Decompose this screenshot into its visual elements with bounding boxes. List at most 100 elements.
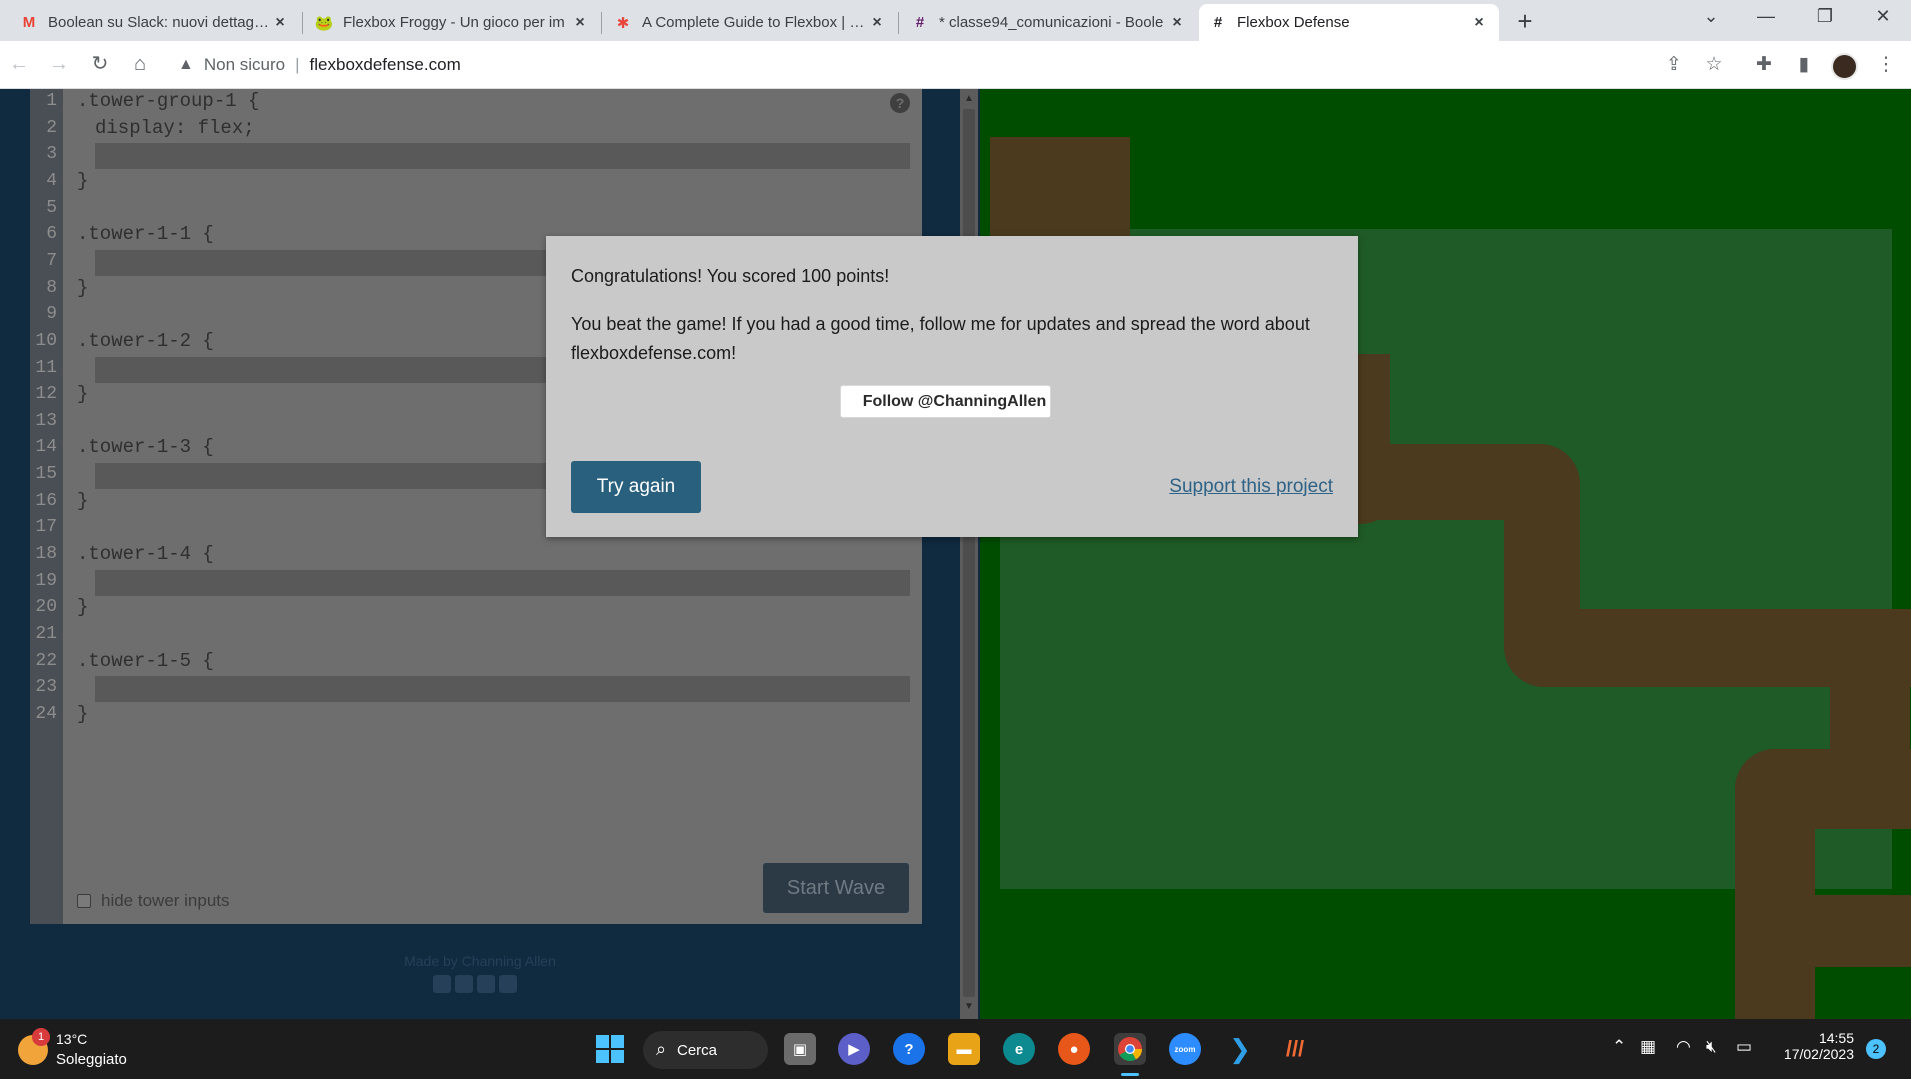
close-icon[interactable]: × bbox=[570, 14, 590, 32]
clock-date: 17/02/2023 bbox=[1783, 1046, 1854, 1062]
css-input-field[interactable] bbox=[95, 676, 910, 703]
try-again-button[interactable]: Try again bbox=[571, 461, 701, 513]
credit-text: Made by Channing Allen bbox=[404, 953, 556, 969]
weather-condition[interactable]: Soleggiato bbox=[56, 1051, 127, 1068]
tab-flexbox-defense[interactable]: # Flexbox Defense × bbox=[1199, 4, 1499, 41]
code-line: .tower-1-3 { bbox=[77, 436, 214, 459]
code-line: .tower-group-1 { bbox=[77, 90, 260, 112]
slack-icon: # bbox=[915, 14, 925, 31]
css-input-field[interactable] bbox=[95, 143, 910, 170]
tab-search-icon[interactable]: ⌄ bbox=[1696, 6, 1726, 27]
line-number: 2 bbox=[46, 117, 57, 138]
address-bar[interactable]: ▲ Non sicuro | flexboxdefense.com bbox=[166, 47, 1716, 83]
warning-icon[interactable]: ▲ bbox=[178, 56, 194, 74]
app-stripes-icon[interactable]: /// bbox=[1279, 1033, 1311, 1065]
security-label: Non sicuro bbox=[203, 55, 286, 74]
line-number: 15 bbox=[35, 464, 57, 485]
code-line: .tower-1-1 { bbox=[77, 223, 214, 246]
volume-muted-icon[interactable]: 🔇︎ bbox=[1706, 1037, 1717, 1057]
tab-flexbox-froggy[interactable]: 🐸 Flexbox Froggy - Un gioco per im × bbox=[305, 4, 600, 41]
taskbar-search-label: Cerca bbox=[677, 1041, 718, 1059]
line-number: 20 bbox=[35, 597, 57, 618]
close-window-button[interactable]: ✕ bbox=[1868, 6, 1898, 27]
line-number: 24 bbox=[35, 703, 57, 724]
taskbar-search[interactable]: ⌕ Cerca bbox=[643, 1031, 768, 1069]
new-tab-button[interactable]: + bbox=[1512, 8, 1538, 34]
edge-icon[interactable]: e bbox=[1003, 1033, 1035, 1065]
zoom-icon[interactable]: zoom bbox=[1169, 1033, 1201, 1065]
battery-icon[interactable]: ▭ bbox=[1736, 1037, 1752, 1057]
support-project-link[interactable]: Support this project bbox=[1169, 476, 1333, 498]
checkbox-box[interactable] bbox=[77, 894, 91, 908]
profile-avatar[interactable] bbox=[1831, 53, 1858, 80]
weather-temperature[interactable]: 13°C bbox=[56, 1031, 87, 1047]
task-view-icon[interactable]: ▣ bbox=[784, 1033, 816, 1065]
line-number: 18 bbox=[35, 544, 57, 565]
close-icon[interactable]: × bbox=[1167, 14, 1187, 32]
beat-game-message: You beat the game! If you had a good tim… bbox=[571, 314, 1310, 363]
facebook-icon[interactable] bbox=[433, 975, 451, 993]
reload-button[interactable]: ↻ bbox=[85, 49, 115, 79]
clock[interactable]: 14:55 17/02/2023 bbox=[1770, 1030, 1854, 1062]
close-icon[interactable]: × bbox=[1469, 14, 1489, 32]
line-number-gutter: 1 2 3 4 5 6 7 8 9 10 11 12 13 14 15 16 17 18 19 20 21 22 23 24 bbox=[30, 89, 63, 924]
tab-gmail[interactable]: M Boolean su Slack: nuovi dettagli a × bbox=[10, 4, 300, 41]
tab-css-tricks[interactable]: ✱ A Complete Guide to Flexbox | CS × bbox=[604, 4, 897, 41]
windows-start-icon[interactable] bbox=[594, 1033, 626, 1065]
menu-icon[interactable]: ⋮ bbox=[1872, 51, 1900, 79]
scroll-down-icon[interactable]: ▼ bbox=[964, 1001, 974, 1012]
file-explorer-icon[interactable]: ▬ bbox=[948, 1033, 980, 1065]
scrollbar[interactable]: ▲ ▼ bbox=[960, 89, 978, 1019]
security-app-icon[interactable]: ▦ bbox=[1640, 1037, 1656, 1057]
linkedin-icon[interactable] bbox=[477, 975, 495, 993]
show-hidden-icons[interactable]: ⌃ bbox=[1612, 1037, 1626, 1057]
minimize-button[interactable]: — bbox=[1751, 6, 1781, 27]
vscode-icon[interactable]: ❯ bbox=[1224, 1033, 1256, 1065]
hash-icon: # bbox=[1213, 14, 1223, 31]
teams-chat-icon[interactable]: ▶ bbox=[838, 1033, 870, 1065]
line-number: 7 bbox=[46, 250, 57, 271]
line-number: 14 bbox=[35, 437, 57, 458]
firefox-icon[interactable]: ● bbox=[1058, 1033, 1090, 1065]
bookmark-star-icon[interactable]: ☆ bbox=[1700, 51, 1728, 79]
chrome-icon[interactable] bbox=[1114, 1033, 1146, 1065]
taskbar: 1 13°C Soleggiato ⌕ Cerca ▣ ▶ ? ▬ e ● zo… bbox=[0, 1019, 1911, 1079]
browser-toolbar: ← → ↻ ⌂ ▲ Non sicuro | flexboxdefense.co… bbox=[0, 41, 1911, 89]
notification-badge[interactable]: 2 bbox=[1866, 1039, 1886, 1059]
help-app-icon[interactable]: ? bbox=[893, 1033, 925, 1065]
code-line: .tower-1-5 { bbox=[77, 649, 214, 672]
side-panel-icon[interactable]: ▮ bbox=[1790, 51, 1818, 79]
wifi-icon[interactable]: ◠ bbox=[1676, 1037, 1691, 1057]
game-board bbox=[980, 89, 1911, 1019]
line-number: 9 bbox=[46, 304, 57, 325]
line-number: 4 bbox=[46, 170, 57, 191]
scroll-up-icon[interactable]: ▲ bbox=[964, 93, 974, 104]
search-icon: ⌕ bbox=[656, 1039, 667, 1059]
code-line: } bbox=[77, 596, 89, 619]
start-wave-button[interactable]: Start Wave bbox=[763, 863, 909, 913]
share-icon[interactable]: ⇪ bbox=[1660, 51, 1688, 79]
forward-button[interactable]: → bbox=[44, 49, 74, 79]
line-number: 1 bbox=[46, 91, 57, 111]
hide-tower-inputs-checkbox[interactable]: hide tower inputs bbox=[77, 891, 230, 911]
tab-title: Boolean su Slack: nuovi dettagli a bbox=[48, 14, 270, 31]
close-icon[interactable]: × bbox=[867, 14, 887, 32]
css-input-field[interactable] bbox=[95, 569, 910, 596]
follow-twitter-button[interactable]: Follow @ChanningAllen bbox=[840, 385, 1051, 418]
line-number: 11 bbox=[35, 357, 57, 378]
line-number: 6 bbox=[46, 224, 57, 245]
tab-slack[interactable]: # * classe94_comunicazioni - Boole × bbox=[901, 4, 1197, 41]
close-icon[interactable]: × bbox=[270, 14, 290, 32]
page-content: 1 2 3 4 5 6 7 8 9 10 11 12 13 14 15 16 17 18 19 20 21 22 23 24 … bbox=[0, 89, 1911, 1019]
github-icon[interactable] bbox=[499, 975, 517, 993]
game-over-dialog: Congratulations! You scored 100 points! … bbox=[546, 236, 1358, 537]
help-icon[interactable]: ? bbox=[890, 93, 910, 113]
tab-divider bbox=[302, 12, 303, 34]
line-number: 23 bbox=[35, 677, 57, 698]
css-tricks-icon: ✱ bbox=[616, 14, 630, 32]
twitter-icon[interactable] bbox=[455, 975, 473, 993]
extensions-icon[interactable]: ✚ bbox=[1750, 51, 1778, 79]
back-button[interactable]: ← bbox=[4, 49, 34, 79]
restore-button[interactable]: ❐ bbox=[1810, 6, 1840, 27]
home-button[interactable]: ⌂ bbox=[125, 49, 155, 79]
